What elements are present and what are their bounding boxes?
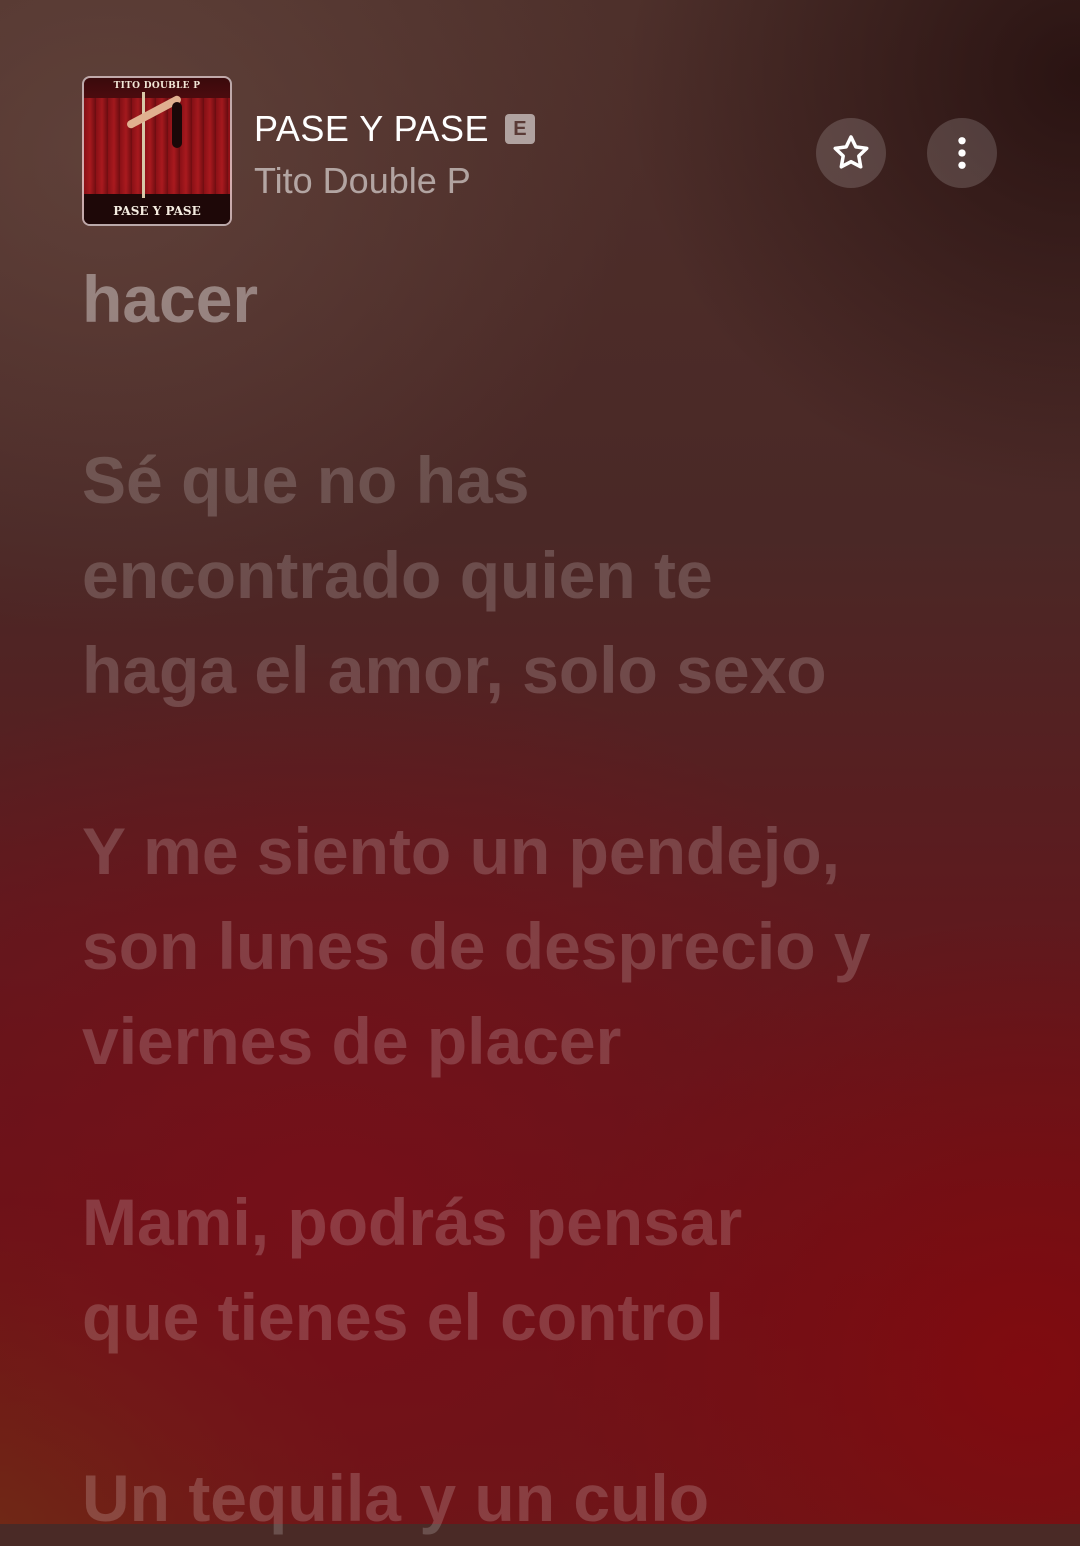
lyric-line[interactable]: Mami, podrás pensar xyxy=(82,1175,982,1270)
star-icon xyxy=(833,135,869,169)
artist-name[interactable]: Tito Double P xyxy=(254,160,471,202)
now-playing-header: TITO DOUBLE P PASE Y PASE PASE Y PASE E … xyxy=(82,76,998,228)
favorite-button[interactable] xyxy=(816,118,886,188)
lyric-line[interactable]: que tienes el control xyxy=(82,1270,982,1365)
lyric-stanza: Sé que no has encontrado quien te haga e… xyxy=(82,433,982,718)
artwork-pole xyxy=(142,92,145,198)
lyric-line[interactable]: encontrado quien te xyxy=(82,528,982,623)
lyric-stanza: Y me siento un pendejo, son lunes de des… xyxy=(82,804,982,1089)
lyric-stanza: Mami, podrás pensar que tienes el contro… xyxy=(82,1175,982,1365)
lyric-line[interactable]: Y me siento un pendejo, xyxy=(82,804,982,899)
lyric-line[interactable]: Sé que no has xyxy=(82,433,982,528)
lyric-stanza: Un tequila y un culo xyxy=(82,1451,982,1546)
artwork-top-text: TITO DOUBLE P xyxy=(113,81,201,91)
lyric-line[interactable]: son lunes de desprecio y xyxy=(82,899,982,994)
song-title[interactable]: PASE Y PASE xyxy=(254,108,489,150)
album-artwork[interactable]: TITO DOUBLE P PASE Y PASE xyxy=(82,76,232,226)
lyric-line[interactable]: Un tequila y un culo xyxy=(82,1451,982,1546)
artwork-figure-hair xyxy=(172,102,182,148)
song-title-row: PASE Y PASE E xyxy=(254,108,535,150)
lyric-line-previous[interactable]: hacer xyxy=(82,252,982,347)
more-vertical-icon xyxy=(958,137,966,169)
more-options-button[interactable] xyxy=(927,118,997,188)
artwork-bottom-text: PASE Y PASE xyxy=(113,204,201,218)
explicit-badge: E xyxy=(504,114,535,144)
lyric-line[interactable]: haga el amor, solo sexo xyxy=(82,623,982,718)
lyrics-panel[interactable]: hacer Sé que no has encontrado quien te … xyxy=(82,252,982,1546)
lyric-line[interactable]: viernes de placer xyxy=(82,994,982,1089)
